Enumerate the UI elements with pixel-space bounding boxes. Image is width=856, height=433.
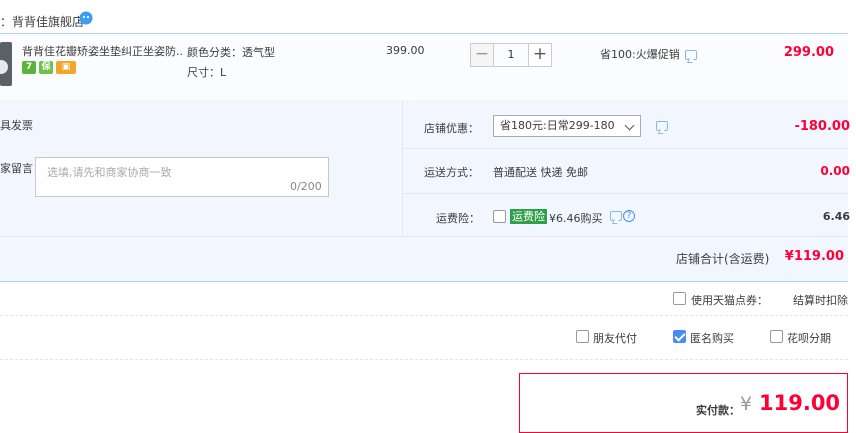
tmall-points-note: 结算时扣除 <box>793 294 848 307</box>
insurance-tag: 运费险 <box>510 209 547 224</box>
increase-quantity-button[interactable]: + <box>528 43 552 67</box>
shipping-amount: 0.00 <box>820 164 850 178</box>
card-payment-icon[interactable]: ▣ <box>56 61 76 74</box>
shop-header: ：背背佳旗舰店 <box>0 8 856 32</box>
anonymous-purchase-checkbox[interactable] <box>673 330 686 343</box>
sku-size: 尺寸：L <box>187 66 227 79</box>
message-char-count: 0/200 <box>290 180 322 193</box>
invoice-label: 具发票 <box>0 119 33 132</box>
anonymous-purchase-label: 匿名购买 <box>690 332 734 345</box>
shipping-label: 运送方式： <box>424 166 479 179</box>
decrease-quantity-button[interactable]: − <box>470 43 494 67</box>
store-discount-label: 店铺优惠： <box>424 122 479 135</box>
product-title[interactable]: 背背佳花瓣矫姿坐垫纠正坐姿防... <box>22 43 184 59</box>
options-separator <box>403 193 848 194</box>
insurance-comment-icon[interactable] <box>610 211 622 221</box>
friend-pay-checkbox[interactable] <box>576 330 589 343</box>
sku-color: 颜色分类：透气型 <box>187 46 275 59</box>
huabei-installment-label: 花呗分期 <box>787 332 831 345</box>
insurance-price: ¥6.46购买 <box>549 212 603 225</box>
discount-comment-icon[interactable] <box>656 121 668 131</box>
insurance-checkbox[interactable] <box>493 210 506 223</box>
promo-comment-icon[interactable] <box>685 50 697 60</box>
cart-item-row: 背背佳花瓣矫姿坐垫纠正坐姿防... 7 保 ▣ 颜色分类：透气型 尺寸：L 39… <box>0 33 848 100</box>
store-discount-value: 省180元:日常299-180 <box>500 119 615 132</box>
shop-name[interactable]: ：背背佳旗舰店 <box>0 13 84 30</box>
tmall-points-checkbox[interactable] <box>673 292 686 305</box>
store-discount-amount: -180.00 <box>794 119 850 134</box>
currency-symbol: ¥ <box>740 393 753 415</box>
item-subtotal: 299.00 <box>783 45 834 60</box>
service-badges: 7 保 ▣ <box>22 61 76 75</box>
promotion-text: 省100:火爆促销 <box>600 48 680 61</box>
huabei-installment-checkbox[interactable] <box>770 330 783 343</box>
actual-payment-label: 实付款： <box>696 404 740 417</box>
message-placeholder: 选填,请先和商家协商一致 <box>47 166 172 179</box>
friend-pay-label: 朋友代付 <box>593 332 637 345</box>
guarantee-icon[interactable]: 保 <box>39 61 53 74</box>
chevron-down-icon <box>624 120 635 131</box>
shop-total-value: ¥119.00 <box>784 249 844 264</box>
options-divider <box>402 100 403 236</box>
insurance-label: 运费险： <box>436 212 480 225</box>
unit-price: 399.00 <box>386 44 425 57</box>
quantity-input[interactable]: 1 <box>494 43 528 67</box>
tmall-points-label: 使用天猫点券： <box>691 294 768 307</box>
product-thumbnail[interactable] <box>0 42 12 86</box>
help-icon[interactable]: ? <box>623 210 635 222</box>
actual-payment-amount: 119.00 <box>759 391 841 415</box>
wangwang-chat-icon[interactable] <box>79 11 93 25</box>
insurance-amount: 6.46 <box>822 210 850 223</box>
store-discount-select[interactable]: 省180元:日常299-180 <box>493 115 641 137</box>
shipping-method: 普通配送 快递 免邮 <box>493 166 588 179</box>
shop-total-label: 店铺合计(含运费) <box>676 252 770 266</box>
quantity-stepper: − 1 + <box>470 43 552 67</box>
seven-day-return-icon[interactable]: 7 <box>22 61 36 74</box>
options-separator <box>403 148 848 149</box>
